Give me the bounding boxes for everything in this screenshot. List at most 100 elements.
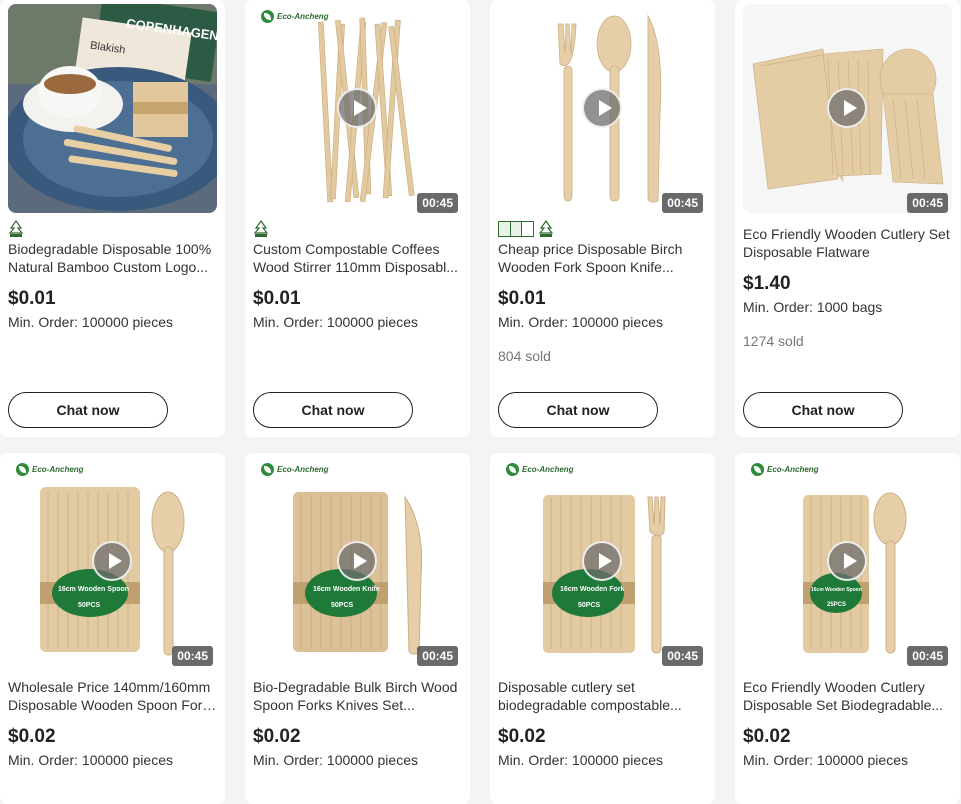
product-price: $0.02 <box>498 726 546 747</box>
fsc-icon <box>8 220 24 237</box>
package-count: 50PCS <box>578 602 601 609</box>
chat-now-button[interactable]: Chat now <box>498 392 658 428</box>
product-grid: COPENHAGEN Blakish Biodegradable Disposa… <box>0 0 961 804</box>
play-icon[interactable] <box>827 541 867 581</box>
product-card[interactable]: 00:45 Eco Friendly Wooden Cutlery Set Di… <box>735 0 960 437</box>
product-image[interactable]: 16cm Wooden Knife 50PCS Eco-Ancheng 00:4… <box>253 457 462 666</box>
product-title[interactable]: Biodegradable Disposable 100% Natural Ba… <box>8 240 217 276</box>
video-duration: 00:45 <box>417 646 458 666</box>
product-image[interactable]: 00:45 <box>498 4 707 213</box>
sold-count: 804 sold <box>498 348 551 364</box>
chat-now-button[interactable]: Chat now <box>743 392 903 428</box>
title-line: Wood Stirrer 110mm Disposabl... <box>253 259 458 275</box>
product-card[interactable]: 16cm Wooden Spoon 50PCS Eco-Ancheng 00:4… <box>0 453 225 804</box>
video-duration: 00:45 <box>907 646 948 666</box>
min-order: Min. Order: 100000 pieces <box>498 752 663 768</box>
product-title[interactable]: Eco Friendly Wooden Cutlery Disposable S… <box>743 678 952 714</box>
brand-logo: Eco-Ancheng <box>16 463 84 476</box>
product-card[interactable]: Eco-Ancheng 00:45 Custom Compostable Cof… <box>245 0 470 437</box>
title-line: Eco Friendly Wooden Cutlery <box>743 679 925 695</box>
brand-name: Eco-Ancheng <box>277 12 329 21</box>
min-order: Min. Order: 100000 pieces <box>743 752 908 768</box>
video-duration: 00:45 <box>172 646 213 666</box>
min-order: Min. Order: 100000 pieces <box>253 314 418 330</box>
product-image[interactable]: 16cm Wooden Spoon 25PCS Eco-Ancheng 00:4… <box>743 457 952 666</box>
title-line: Natural Bamboo Custom Logo... <box>8 259 208 275</box>
package-count: 50PCS <box>331 602 354 609</box>
title-line: biodegradable compostable... <box>498 697 682 713</box>
title-line: Bio-Degradable Bulk Birch Wood <box>253 679 458 695</box>
play-icon[interactable] <box>337 88 377 128</box>
product-title[interactable]: Custom Compostable Coffees Wood Stirrer … <box>253 240 462 276</box>
leaf-icon <box>261 10 274 23</box>
product-title[interactable]: Cheap price Disposable Birch Wooden Fork… <box>498 240 707 276</box>
sold-count: 1274 sold <box>743 333 804 349</box>
brand-name: Eco-Ancheng <box>32 465 84 474</box>
chat-now-button[interactable]: Chat now <box>253 392 413 428</box>
min-order: Min. Order: 100000 pieces <box>8 314 173 330</box>
title-line: Custom Compostable Coffees <box>253 241 440 257</box>
product-card[interactable]: 16cm Wooden Spoon 25PCS Eco-Ancheng 00:4… <box>735 453 960 804</box>
play-icon[interactable] <box>582 541 622 581</box>
product-price: $1.40 <box>743 273 791 294</box>
product-title[interactable]: Wholesale Price 140mm/160mm Disposable W… <box>8 678 217 714</box>
brand-logo: Eco-Ancheng <box>506 463 574 476</box>
product-price: $0.02 <box>253 726 301 747</box>
title-line: Wooden Fork Spoon Knife... <box>498 259 674 275</box>
certifications <box>253 218 462 240</box>
product-image[interactable]: Eco-Ancheng 00:45 <box>253 4 462 213</box>
product-card[interactable]: 16cm Wooden Fork 50PCS Eco-Ancheng 00:45… <box>490 453 715 804</box>
product-card[interactable]: COPENHAGEN Blakish Biodegradable Disposa… <box>0 0 225 437</box>
leaf-icon <box>506 463 519 476</box>
product-price: $0.01 <box>253 288 301 309</box>
video-duration: 00:45 <box>662 193 703 213</box>
certifications <box>8 218 217 240</box>
product-price: $0.02 <box>8 726 56 747</box>
product-title[interactable]: Bio-Degradable Bulk Birch Wood Spoon For… <box>253 678 462 714</box>
product-image[interactable]: 16cm Wooden Spoon 50PCS Eco-Ancheng 00:4… <box>8 457 217 666</box>
video-duration: 00:45 <box>417 193 458 213</box>
leaf-icon <box>16 463 29 476</box>
package-count: 25PCS <box>827 602 847 608</box>
product-image[interactable]: 16cm Wooden Fork 50PCS Eco-Ancheng 00:45 <box>498 457 707 666</box>
chat-now-button[interactable]: Chat now <box>8 392 168 428</box>
title-line: Cheap price Disposable Birch <box>498 241 683 257</box>
title-line: Spoon Forks Knives Set... <box>253 697 415 713</box>
title-line: Biodegradable Disposable 100% <box>8 241 212 257</box>
play-icon[interactable] <box>582 88 622 128</box>
leaf-icon <box>751 463 764 476</box>
brand-name: Eco-Ancheng <box>522 465 574 474</box>
title-line: Wholesale Price 140mm/160mm <box>8 679 211 695</box>
package-label: 16cm Wooden Spoon <box>811 587 862 593</box>
title-line: Disposable Flatware <box>743 244 870 260</box>
video-duration: 00:45 <box>662 646 703 666</box>
certifications <box>498 218 707 240</box>
product-image[interactable]: COPENHAGEN Blakish <box>8 4 217 213</box>
product-card[interactable]: 00:45 Cheap price Disposable Birch Woode… <box>490 0 715 437</box>
package-label: 16cm Wooden Knife <box>313 586 380 593</box>
brand-logo: Eco-Ancheng <box>261 463 329 476</box>
play-icon[interactable] <box>92 541 132 581</box>
fsc-icon <box>538 220 554 237</box>
certification-badge-icon <box>498 221 534 237</box>
product-card[interactable]: 16cm Wooden Knife 50PCS Eco-Ancheng 00:4… <box>245 453 470 804</box>
product-image[interactable]: 00:45 <box>743 4 952 213</box>
brand-name: Eco-Ancheng <box>277 465 329 474</box>
play-icon[interactable] <box>827 88 867 128</box>
brand-name: Eco-Ancheng <box>767 465 819 474</box>
package-label: 16cm Wooden Spoon <box>58 586 130 593</box>
product-title[interactable]: Disposable cutlery set biodegradable com… <box>498 678 707 714</box>
min-order: Min. Order: 100000 pieces <box>498 314 663 330</box>
play-icon[interactable] <box>337 541 377 581</box>
brand-logo: Eco-Ancheng <box>261 10 329 23</box>
min-order: Min. Order: 1000 bags <box>743 299 883 315</box>
title-line: Eco Friendly Wooden Cutlery Set <box>743 226 950 242</box>
package-count: 50PCS <box>78 602 101 609</box>
brand-logo: Eco-Ancheng <box>751 463 819 476</box>
product-title[interactable]: Eco Friendly Wooden Cutlery Set Disposab… <box>743 225 952 261</box>
min-order: Min. Order: 100000 pieces <box>8 752 173 768</box>
video-duration: 00:45 <box>907 193 948 213</box>
product-price: $0.01 <box>8 288 56 309</box>
fsc-icon <box>253 220 269 237</box>
package-label: 16cm Wooden Fork <box>560 586 625 593</box>
